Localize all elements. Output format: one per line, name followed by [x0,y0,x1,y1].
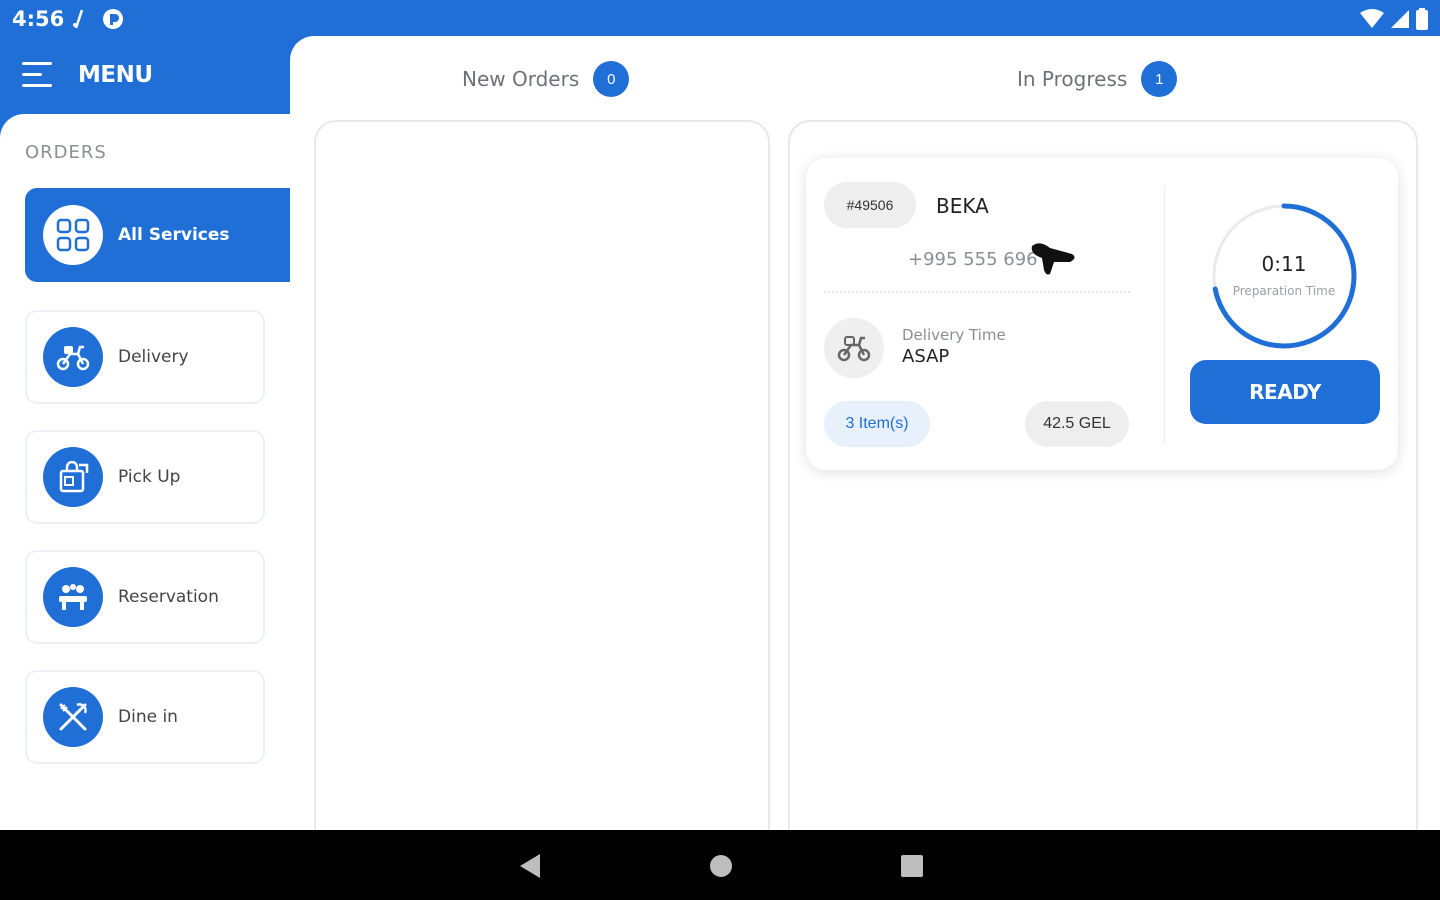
redaction-mark-icon [1031,243,1075,275]
menu-label: MENU [78,62,153,88]
menu-button[interactable] [22,60,56,90]
pickup-icon [43,447,103,507]
count-badge: 0 [593,61,630,97]
sidebar: ORDERS All Services Delivery Pick Up Res… [0,114,293,830]
ready-button[interactable]: READY [1190,360,1380,424]
sidebar-item-label: Pick Up [118,467,181,487]
wifi-icon [1360,9,1384,28]
sidebar-item-label: Dine in [118,707,178,727]
home-button[interactable] [707,852,735,880]
back-button[interactable] [516,852,544,880]
utensils-icon [43,687,103,747]
tab-in-progress[interactable]: In Progress 1 [1017,61,1178,97]
preparation-timer: 0:11 Preparation Time [1210,202,1358,350]
count-badge: 1 [1141,61,1178,97]
sidebar-item-delivery[interactable]: Delivery [25,310,265,404]
order-id-badge: #49506 [824,182,916,228]
order-card[interactable]: #49506 BEKA +995 555 696 Delivery Time A… [806,158,1398,470]
app-icon [103,9,123,29]
timer-label: Preparation Time [1232,284,1336,298]
scooter-icon [43,327,103,387]
timer-ring [1211,203,1357,349]
sidebar-item-label: Delivery [118,347,189,367]
hamburger-icon [22,62,52,87]
status-right-icons [1360,8,1428,30]
card-vertical-divider [1164,186,1165,444]
sidebar-item-label: Reservation [118,587,219,607]
tab-label: In Progress [1017,67,1128,91]
sidebar-header: MENU [0,36,290,116]
grid-icon [43,205,103,265]
sidebar-item-dine-in[interactable]: Dine in [25,670,265,764]
status-left-icons [72,8,124,30]
navigation-bar [0,830,1440,900]
new-orders-column [314,120,770,840]
delivery-time-value: ASAP [902,346,950,367]
orders-heading: ORDERS [25,142,107,163]
back-triangle-icon [520,854,540,878]
reservation-icon [43,567,103,627]
items-count-pill[interactable]: 3 Item(s) [824,401,930,447]
customer-phone: +995 555 696 [908,249,1038,270]
price-pill: 42.5 GEL [1025,401,1129,447]
recents-square-icon [901,855,923,877]
sidebar-item-pick-up[interactable]: Pick Up [25,430,265,524]
signal-icon [1391,10,1409,28]
tab-label: New Orders [462,67,580,91]
delivery-time-label: Delivery Time [902,326,1006,344]
cast-icon [73,9,84,29]
sidebar-item-all-services[interactable]: All Services [25,188,293,282]
battery-icon [1416,8,1428,30]
status-time: 4:56 [12,7,65,31]
tab-new-orders[interactable]: New Orders 0 [462,61,630,97]
recents-button[interactable] [898,852,926,880]
customer-name: BEKA [936,194,989,218]
sidebar-item-label: All Services [118,225,230,245]
status-bar: 4:56 [0,0,1440,36]
sidebar-item-reservation[interactable]: Reservation [25,550,265,644]
card-divider [824,291,1130,293]
timer-value: 0:11 [1261,252,1307,276]
delivery-scooter-icon [824,318,884,378]
home-circle-icon [710,855,732,877]
